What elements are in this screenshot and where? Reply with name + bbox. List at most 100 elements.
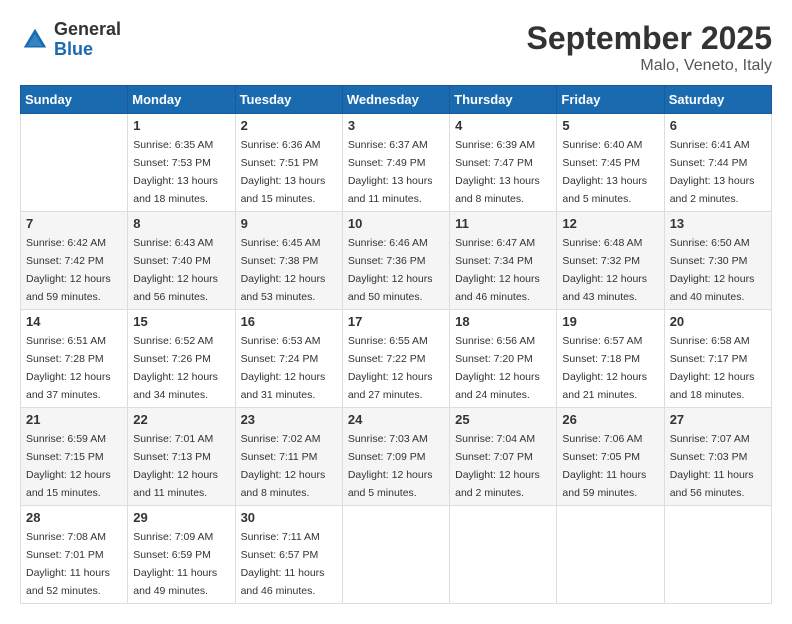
day-number: 10 — [348, 216, 444, 231]
calendar-cell: 20 Sunrise: 6:58 AM Sunset: 7:17 PM Dayli… — [664, 310, 771, 408]
day-info: Sunrise: 6:58 AM Sunset: 7:17 PM Dayligh… — [670, 335, 755, 401]
day-number: 25 — [455, 412, 551, 427]
calendar-cell: 23 Sunrise: 7:02 AM Sunset: 7:11 PM Dayli… — [235, 408, 342, 506]
day-number: 23 — [241, 412, 337, 427]
calendar-cell: 28 Sunrise: 7:08 AM Sunset: 7:01 PM Dayli… — [21, 506, 128, 604]
day-info: Sunrise: 7:09 AM Sunset: 6:59 PM Dayligh… — [133, 531, 217, 597]
day-number: 21 — [26, 412, 122, 427]
calendar-cell: 17 Sunrise: 6:55 AM Sunset: 7:22 PM Dayli… — [342, 310, 449, 408]
day-info: Sunrise: 7:06 AM Sunset: 7:05 PM Dayligh… — [562, 433, 646, 499]
calendar-cell: 11 Sunrise: 6:47 AM Sunset: 7:34 PM Dayli… — [450, 212, 557, 310]
calendar-cell: 10 Sunrise: 6:46 AM Sunset: 7:36 PM Dayli… — [342, 212, 449, 310]
day-number: 9 — [241, 216, 337, 231]
day-info: Sunrise: 6:48 AM Sunset: 7:32 PM Dayligh… — [562, 237, 647, 303]
logo-icon — [20, 25, 50, 55]
calendar-cell — [450, 506, 557, 604]
calendar-cell: 9Sunrise: 6:45 AM Sunset: 7:38 PM Daylig… — [235, 212, 342, 310]
day-number: 3 — [348, 118, 444, 133]
day-number: 24 — [348, 412, 444, 427]
day-number: 5 — [562, 118, 658, 133]
day-number: 20 — [670, 314, 766, 329]
calendar-cell: 25Sunrise: 7:04 AM Sunset: 7:07 PM Dayli… — [450, 408, 557, 506]
day-info: Sunrise: 6:59 AM Sunset: 7:15 PM Dayligh… — [26, 433, 111, 499]
calendar-cell — [21, 114, 128, 212]
calendar-cell: 18Sunrise: 6:56 AM Sunset: 7:20 PM Dayli… — [450, 310, 557, 408]
day-number: 28 — [26, 510, 122, 525]
calendar-cell: 4 Sunrise: 6:39 AM Sunset: 7:47 PM Daylig… — [450, 114, 557, 212]
calendar-week-row: 28 Sunrise: 7:08 AM Sunset: 7:01 PM Dayli… — [21, 506, 772, 604]
day-info: Sunrise: 6:46 AM Sunset: 7:36 PM Dayligh… — [348, 237, 433, 303]
day-info: Sunrise: 7:02 AM Sunset: 7:11 PM Dayligh… — [241, 433, 326, 499]
day-info: Sunrise: 6:53 AM Sunset: 7:24 PM Dayligh… — [241, 335, 326, 401]
calendar-week-row: 7Sunrise: 6:42 AM Sunset: 7:42 PM Daylig… — [21, 212, 772, 310]
day-number: 12 — [562, 216, 658, 231]
day-info: Sunrise: 7:01 AM Sunset: 7:13 PM Dayligh… — [133, 433, 218, 499]
calendar-cell: 15 Sunrise: 6:52 AM Sunset: 7:26 PM Dayli… — [128, 310, 235, 408]
day-info: Sunrise: 6:41 AM Sunset: 7:44 PM Dayligh… — [670, 139, 755, 205]
calendar-cell: 5 Sunrise: 6:40 AM Sunset: 7:45 PM Daylig… — [557, 114, 664, 212]
logo-text: General Blue — [54, 20, 121, 60]
day-info: Sunrise: 7:11 AM Sunset: 6:57 PM Dayligh… — [241, 531, 325, 597]
weekday-header: Sunday — [21, 86, 128, 114]
day-number: 4 — [455, 118, 551, 133]
calendar-cell — [342, 506, 449, 604]
month-title: September 2025 — [527, 20, 772, 57]
day-info: Sunrise: 6:51 AM Sunset: 7:28 PM Dayligh… — [26, 335, 111, 401]
calendar-cell: 7Sunrise: 6:42 AM Sunset: 7:42 PM Daylig… — [21, 212, 128, 310]
calendar-cell: 26 Sunrise: 7:06 AM Sunset: 7:05 PM Dayli… — [557, 408, 664, 506]
day-number: 14 — [26, 314, 122, 329]
calendar-cell: 27Sunrise: 7:07 AM Sunset: 7:03 PM Dayli… — [664, 408, 771, 506]
calendar-cell: 6 Sunrise: 6:41 AM Sunset: 7:44 PM Daylig… — [664, 114, 771, 212]
calendar-week-row: 21 Sunrise: 6:59 AM Sunset: 7:15 PM Dayli… — [21, 408, 772, 506]
day-info: Sunrise: 6:47 AM Sunset: 7:34 PM Dayligh… — [455, 237, 540, 303]
day-info: Sunrise: 6:39 AM Sunset: 7:47 PM Dayligh… — [455, 139, 540, 205]
logo: General Blue — [20, 20, 121, 60]
day-number: 30 — [241, 510, 337, 525]
calendar-cell: 22Sunrise: 7:01 AM Sunset: 7:13 PM Dayli… — [128, 408, 235, 506]
day-number: 16 — [241, 314, 337, 329]
calendar-cell — [664, 506, 771, 604]
day-number: 8 — [133, 216, 229, 231]
day-number: 7 — [26, 216, 122, 231]
weekday-header: Friday — [557, 86, 664, 114]
calendar-cell: 19Sunrise: 6:57 AM Sunset: 7:18 PM Dayli… — [557, 310, 664, 408]
day-number: 27 — [670, 412, 766, 427]
location-subtitle: Malo, Veneto, Italy — [527, 57, 772, 75]
calendar-cell: 1 Sunrise: 6:35 AM Sunset: 7:53 PM Daylig… — [128, 114, 235, 212]
weekday-header-row: SundayMondayTuesdayWednesdayThursdayFrid… — [21, 86, 772, 114]
title-block: September 2025 Malo, Veneto, Italy — [527, 20, 772, 75]
day-info: Sunrise: 6:37 AM Sunset: 7:49 PM Dayligh… — [348, 139, 433, 205]
day-info: Sunrise: 6:43 AM Sunset: 7:40 PM Dayligh… — [133, 237, 218, 303]
logo-blue: Blue — [54, 40, 121, 60]
calendar-week-row: 14 Sunrise: 6:51 AM Sunset: 7:28 PM Dayli… — [21, 310, 772, 408]
calendar-cell: 8 Sunrise: 6:43 AM Sunset: 7:40 PM Daylig… — [128, 212, 235, 310]
calendar-cell: 12 Sunrise: 6:48 AM Sunset: 7:32 PM Dayli… — [557, 212, 664, 310]
weekday-header: Wednesday — [342, 86, 449, 114]
day-info: Sunrise: 6:57 AM Sunset: 7:18 PM Dayligh… — [562, 335, 647, 401]
calendar-cell: 30 Sunrise: 7:11 AM Sunset: 6:57 PM Dayli… — [235, 506, 342, 604]
calendar-cell: 29Sunrise: 7:09 AM Sunset: 6:59 PM Dayli… — [128, 506, 235, 604]
day-info: Sunrise: 7:08 AM Sunset: 7:01 PM Dayligh… — [26, 531, 110, 597]
day-info: Sunrise: 6:36 AM Sunset: 7:51 PM Dayligh… — [241, 139, 326, 205]
calendar-cell: 21 Sunrise: 6:59 AM Sunset: 7:15 PM Dayli… — [21, 408, 128, 506]
day-number: 17 — [348, 314, 444, 329]
calendar-cell: 3 Sunrise: 6:37 AM Sunset: 7:49 PM Daylig… — [342, 114, 449, 212]
day-info: Sunrise: 6:35 AM Sunset: 7:53 PM Dayligh… — [133, 139, 218, 205]
day-info: Sunrise: 6:52 AM Sunset: 7:26 PM Dayligh… — [133, 335, 218, 401]
calendar-cell: 14 Sunrise: 6:51 AM Sunset: 7:28 PM Dayli… — [21, 310, 128, 408]
day-info: Sunrise: 6:50 AM Sunset: 7:30 PM Dayligh… — [670, 237, 755, 303]
day-number: 11 — [455, 216, 551, 231]
day-number: 2 — [241, 118, 337, 133]
day-number: 26 — [562, 412, 658, 427]
day-info: Sunrise: 6:56 AM Sunset: 7:20 PM Dayligh… — [455, 335, 540, 401]
day-number: 6 — [670, 118, 766, 133]
calendar-table: SundayMondayTuesdayWednesdayThursdayFrid… — [20, 85, 772, 604]
day-info: Sunrise: 7:03 AM Sunset: 7:09 PM Dayligh… — [348, 433, 433, 499]
day-number: 13 — [670, 216, 766, 231]
day-number: 1 — [133, 118, 229, 133]
day-number: 15 — [133, 314, 229, 329]
day-info: Sunrise: 6:55 AM Sunset: 7:22 PM Dayligh… — [348, 335, 433, 401]
page-header: General Blue September 2025 Malo, Veneto… — [20, 20, 772, 75]
day-info: Sunrise: 6:40 AM Sunset: 7:45 PM Dayligh… — [562, 139, 647, 205]
calendar-cell — [557, 506, 664, 604]
